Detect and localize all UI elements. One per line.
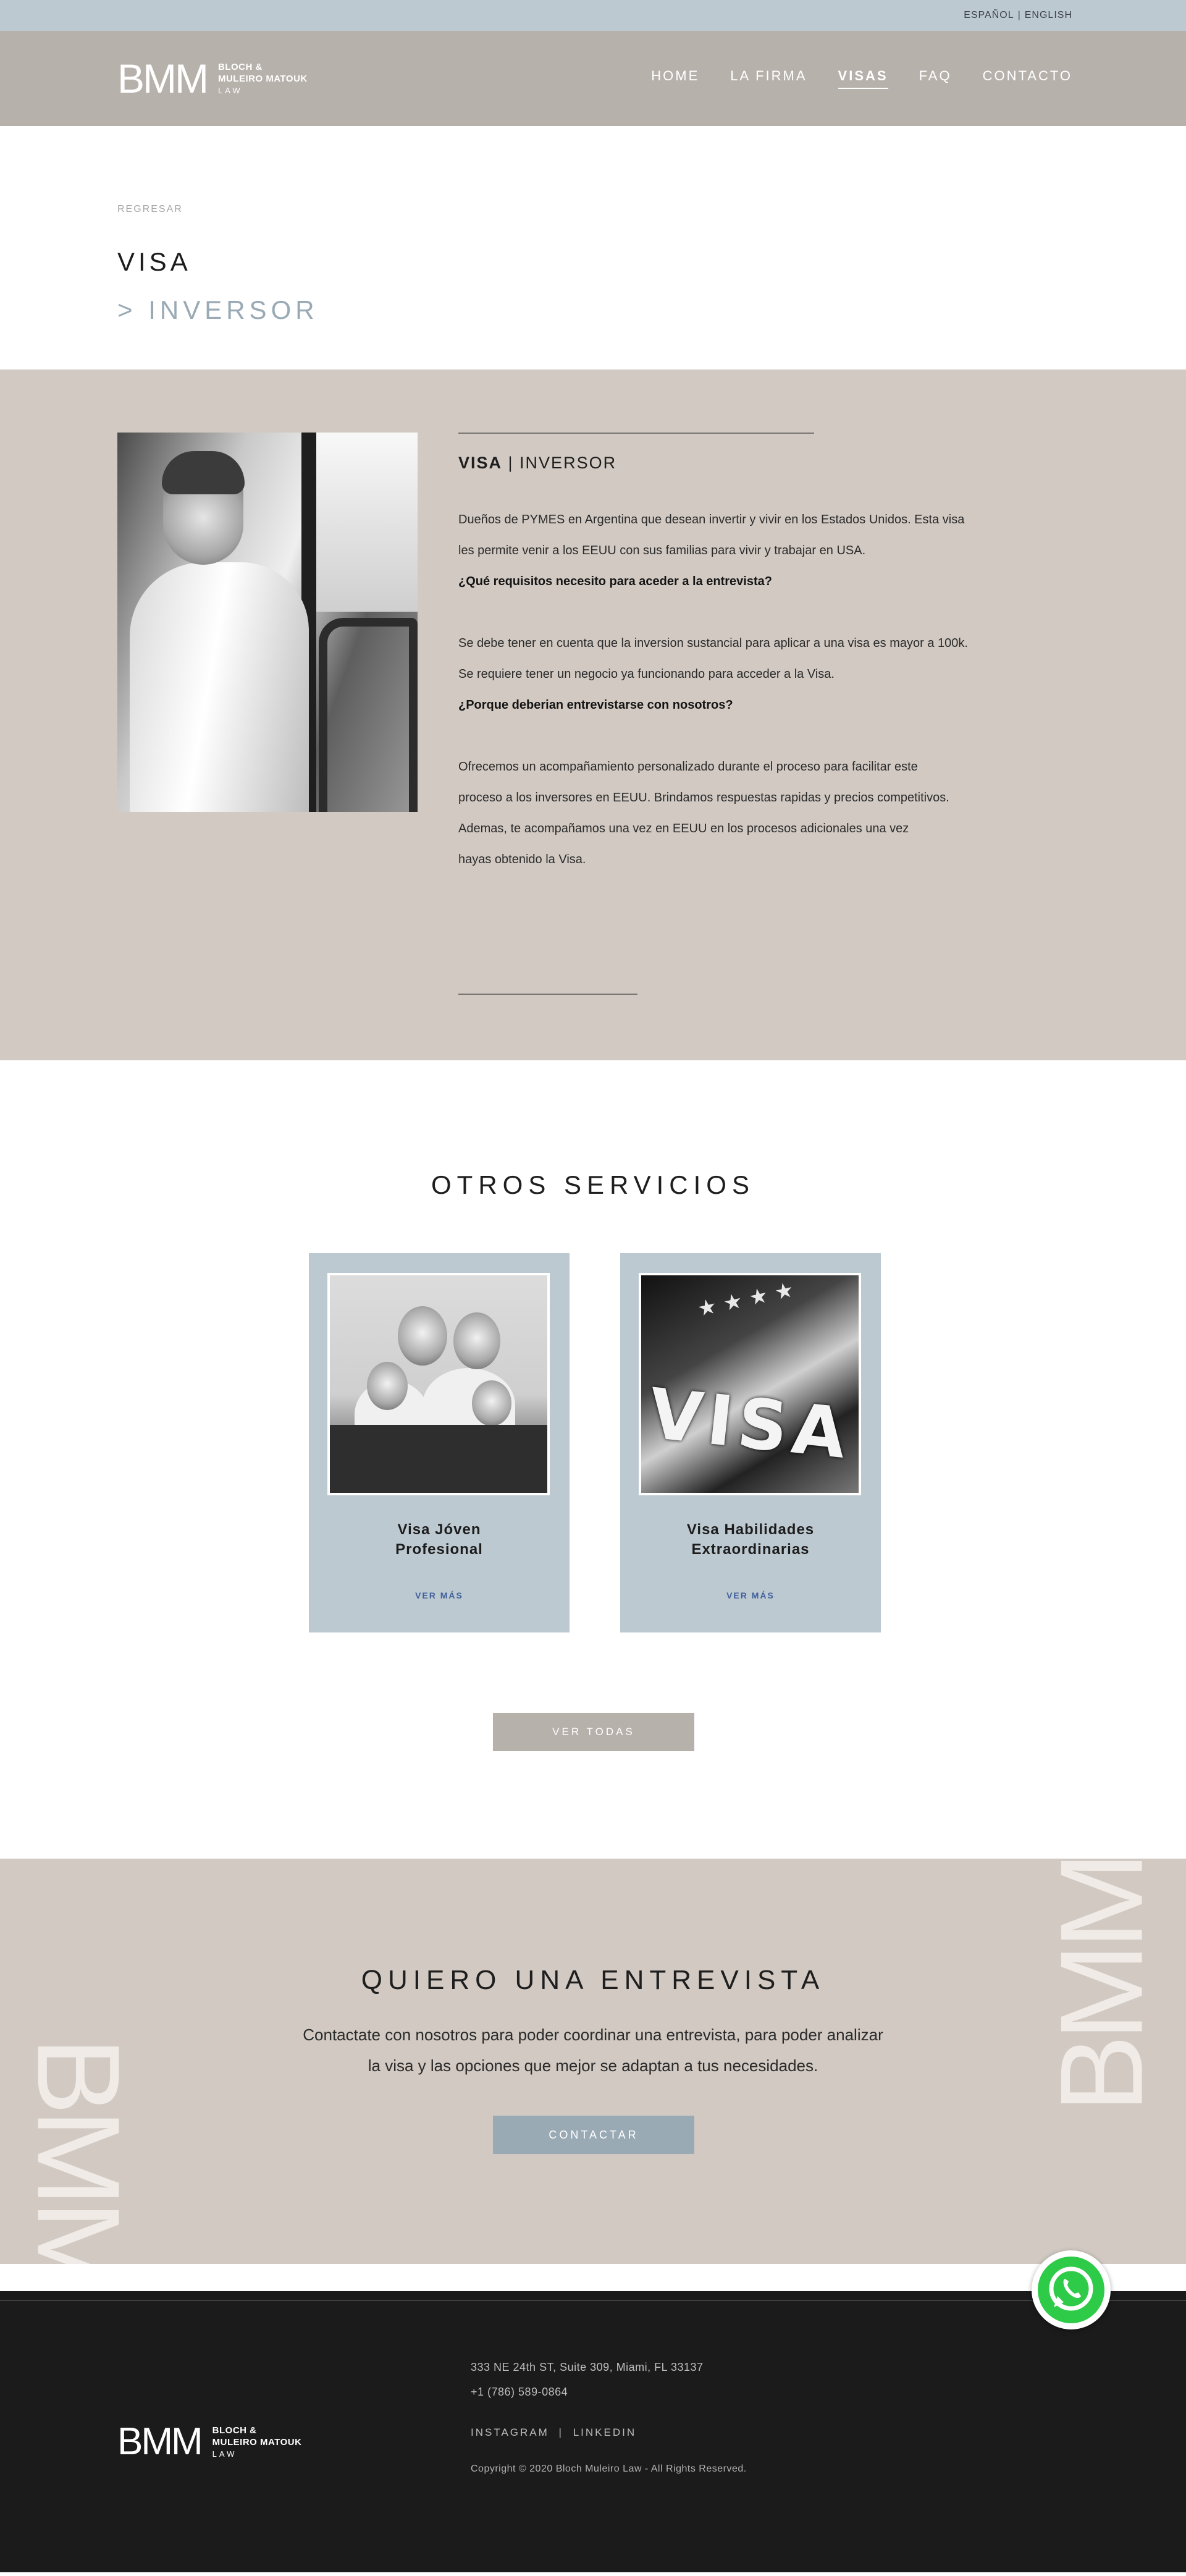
footer-info: 333 NE 24th ST, Suite 309, Miami, FL 331… [471, 2355, 747, 2475]
services-title: OTROS SERVICIOS [431, 1170, 755, 1199]
nav-faq[interactable]: FAQ [919, 68, 952, 89]
page-title-section: REGRESAR VISA > INVERSOR [0, 126, 1186, 370]
logo-mark: BMM [117, 2420, 203, 2463]
service-card-title-line1: Visa Habilidades [686, 1521, 815, 1538]
nav-la-firma[interactable]: LA FIRMA [730, 68, 807, 89]
service-card-visa-joven[interactable]: Visa Jóven Profesional VER MÁS [309, 1253, 570, 1632]
whatsapp-icon [1038, 2257, 1104, 2323]
content-heading: VISA | INVERSOR [458, 454, 616, 473]
visa-content-section: VISA | INVERSOR Dueños de PYMES en Argen… [0, 370, 1186, 1060]
logo-mark: BMM [117, 56, 209, 101]
site-logo[interactable]: BMM BLOCH & MULEIRO MATOUK LAW [117, 58, 308, 99]
content-heading-bold: VISA [458, 454, 503, 472]
logo-text: BLOCH & MULEIRO MATOUK LAW [218, 61, 308, 96]
contact-button[interactable]: CONTACTAR [493, 2116, 694, 2154]
paragraph3-line3: Ademas, te acompañamos una vez en EEUU e… [458, 822, 909, 835]
content-bottom-divider [458, 994, 637, 995]
photo-chair [319, 618, 418, 812]
photo-couch [330, 1425, 547, 1493]
paragraph1-line2: les permite venir a los EEUU con sus fam… [458, 544, 866, 557]
cta-description-line1: Contactate con nosotros para poder coord… [303, 2025, 883, 2044]
nav-home[interactable]: HOME [651, 68, 699, 89]
logo-line1: BLOCH & [217, 61, 263, 72]
cta-description-line2: la visa y las opciones que mejor se adap… [368, 2056, 818, 2075]
service-card-more-link[interactable]: VER MÁS [309, 1590, 570, 1600]
whatsapp-button[interactable] [1032, 2250, 1111, 2329]
footer-social: INSTAGRAM | LINKEDIN [471, 2426, 747, 2439]
instagram-link[interactable]: INSTAGRAM [471, 2426, 549, 2438]
cta-title: QUIERO UNA ENTREVISTA [361, 1965, 825, 1995]
service-card-title-line2: Extraordinarias [691, 1541, 810, 1558]
family-photo [327, 1273, 550, 1495]
language-bar: ESPAÑOL | ENGLISH [0, 0, 1186, 31]
interview-cta-section: BMM BMM QUIERO UNA ENTREVISTA Contactate… [0, 1859, 1186, 2264]
visa-document-photo: ★★★★ VISA [639, 1273, 861, 1495]
photo-person-hair [162, 451, 245, 494]
photo-person-body [130, 562, 309, 812]
site-header: BMM BLOCH & MULEIRO MATOUK LAW HOME LA F… [0, 31, 1186, 126]
investor-photo [117, 433, 418, 812]
question1: ¿Qué requisitos necesito para aceder a l… [458, 575, 772, 588]
bmm-watermark-left: BMM [12, 2037, 144, 2264]
site-footer: BMM BLOCH & MULEIRO MATOUK LAW 333 NE 24… [0, 2291, 1186, 2572]
linkedin-link[interactable]: LINKEDIN [573, 2426, 636, 2438]
footer-address: 333 NE 24th ST, Suite 309, Miami, FL 331… [471, 2361, 704, 2373]
paragraph1-line1: Dueños de PYMES en Argentina que desean … [458, 513, 965, 526]
logo-line1: BLOCH & [212, 2425, 257, 2436]
main-nav: HOME LA FIRMA VISAS FAQ CONTACTO [651, 68, 1072, 89]
content-heading-rest: | INVERSOR [502, 454, 617, 472]
paragraph2-line2: Se requiere tener un negocio ya funciona… [458, 667, 835, 681]
content-body: Dueños de PYMES en Argentina que desean … [458, 504, 1076, 875]
logo-line2: MULEIRO MATOUK [212, 2436, 302, 2447]
service-card-title: Visa Habilidades Extraordinarias [620, 1520, 881, 1560]
footer-rule [0, 2300, 1186, 2301]
nav-contacto[interactable]: CONTACTO [983, 68, 1072, 89]
footer-phone[interactable]: +1 (786) 589-0864 [471, 2380, 747, 2404]
logo-line3: LAW [212, 2449, 237, 2459]
language-separator: | [1017, 10, 1021, 20]
page-title: VISA [117, 247, 191, 276]
service-card-title: Visa Jóven Profesional [309, 1520, 570, 1560]
whatsapp-icon-graphic [1049, 2266, 1093, 2311]
service-card-title-line2: Profesional [395, 1541, 483, 1558]
paragraph3-line4: hayas obtenido la Visa. [458, 853, 586, 866]
paragraph3-line1: Ofrecemos un acompañamiento personalizad… [458, 760, 918, 774]
photo-window [313, 433, 418, 612]
photo-face-father [398, 1306, 447, 1366]
content-top-divider [458, 433, 814, 434]
nav-visas[interactable]: VISAS [838, 68, 888, 89]
page-subtitle: > INVERSOR [117, 295, 319, 324]
view-all-button[interactable]: VER TODAS [493, 1713, 694, 1751]
service-card-visa-habilidades[interactable]: ★★★★ VISA Visa Habilidades Extraordinari… [620, 1253, 881, 1632]
language-spanish-link[interactable]: ESPAÑOL [964, 10, 1014, 21]
service-card-title-line1: Visa Jóven [397, 1521, 481, 1538]
footer-logo[interactable]: BMM BLOCH & MULEIRO MATOUK LAW [117, 2423, 301, 2461]
paragraph2-line1: Se debe tener en cuenta que la inversion… [458, 636, 968, 650]
photo-face-mother [453, 1312, 500, 1369]
footer-copyright: Copyright © 2020 Bloch Muleiro Law - All… [471, 2464, 747, 2474]
logo-line2: MULEIRO MATOUK [217, 73, 308, 84]
photo-face-boy [367, 1362, 408, 1410]
paragraph3-line2: proceso a los inversores en EEUU. Brinda… [458, 791, 949, 804]
footer-gap [0, 2264, 1186, 2291]
social-separator: | [558, 2426, 563, 2438]
logo-text: BLOCH & MULEIRO MATOUK LAW [212, 2425, 302, 2460]
flag-stars: ★★★★ [695, 1276, 804, 1322]
photo-face-girl [472, 1380, 511, 1426]
logo-line3: LAW [217, 85, 243, 95]
back-link[interactable]: REGRESAR [117, 204, 1186, 215]
service-card-more-link[interactable]: VER MÁS [620, 1590, 881, 1600]
other-services-section: OTROS SERVICIOS Visa Jóven Profesional V… [0, 1060, 1186, 1859]
visa-image-text: VISA [645, 1374, 855, 1475]
language-english-link[interactable]: ENGLISH [1025, 10, 1072, 21]
question2: ¿Porque deberian entrevistarse con nosot… [458, 698, 733, 712]
cta-description: Contactate con nosotros para poder coord… [222, 2019, 964, 2081]
